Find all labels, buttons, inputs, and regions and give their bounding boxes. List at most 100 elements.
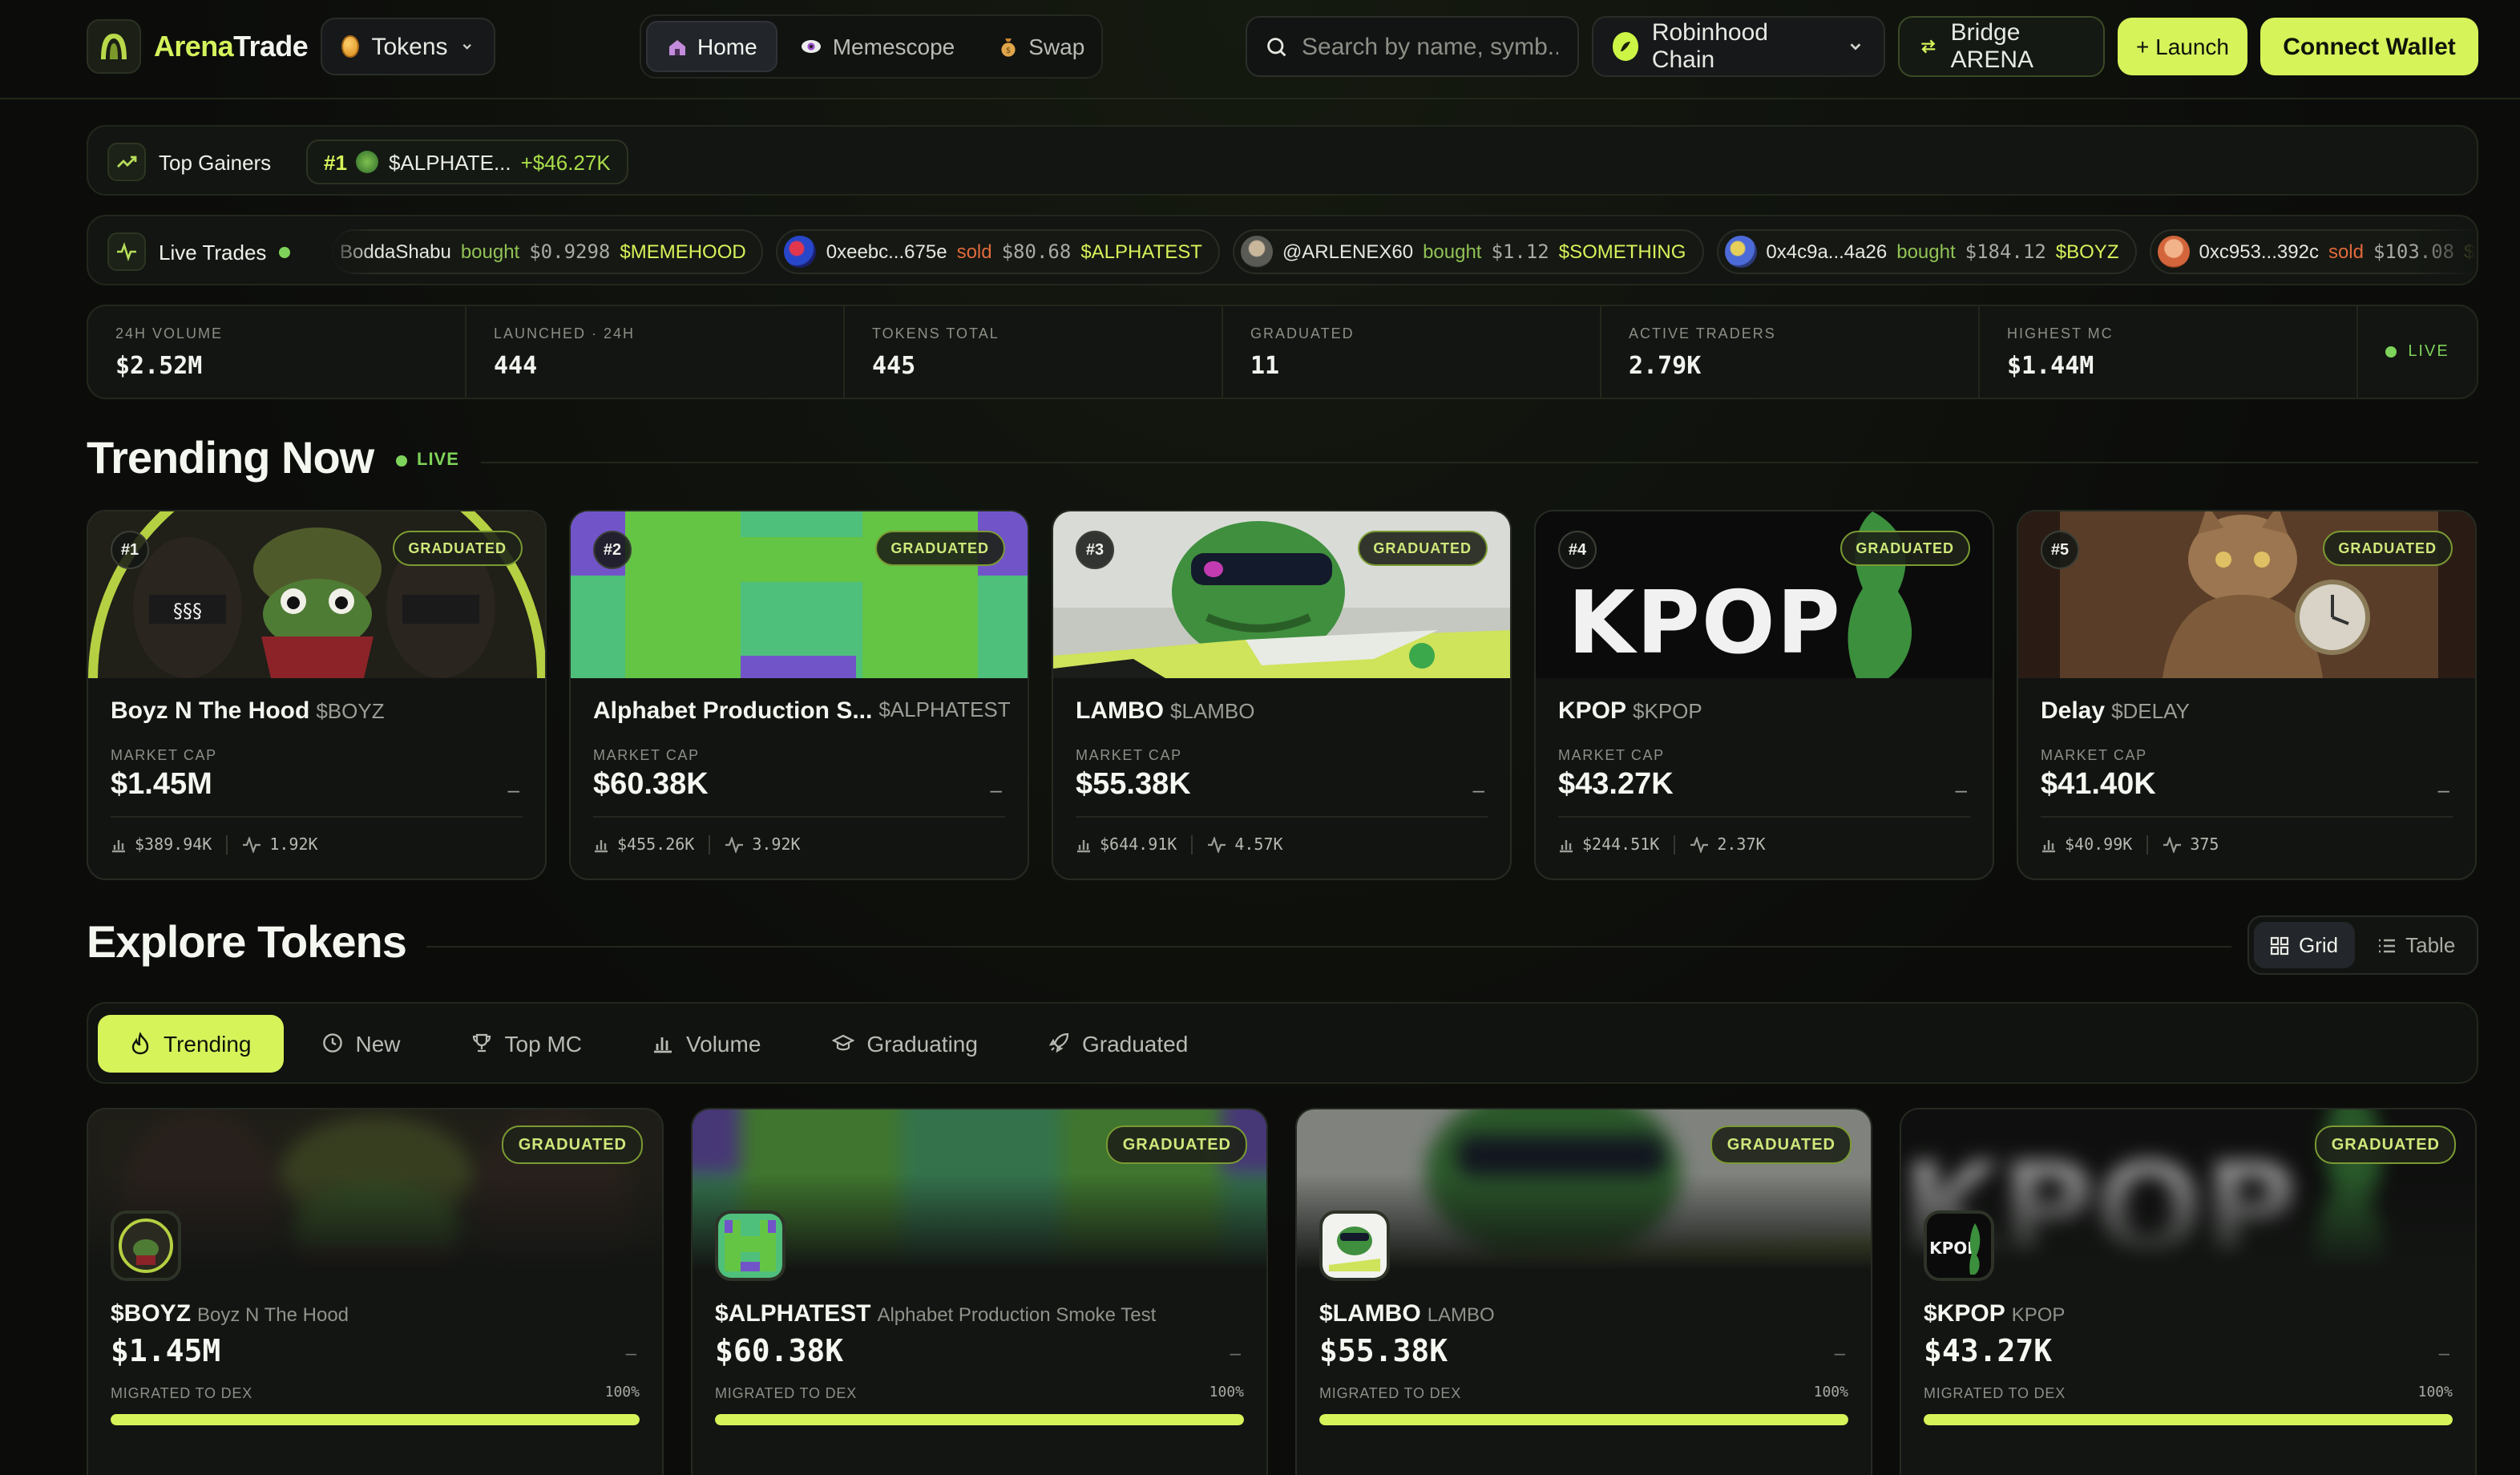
market-cap-value: $60.38K [593,768,709,802]
token-title: $LAMBO LAMBO [1319,1300,1495,1328]
change-placeholder: – [2438,1342,2449,1364]
chain-selector[interactable]: Robinhood Chain [1592,16,1885,77]
stat-value: 11 [1250,351,1280,380]
nav-swap[interactable]: $ Swap [977,21,1104,72]
migration-percent: 100% [1209,1385,1244,1401]
user-avatar [1240,236,1273,268]
volume-value: $244.51K [1582,836,1660,854]
user-avatar [784,236,817,268]
ticker-fade-right [2413,216,2477,284]
nav-memescope[interactable]: Memescope [781,21,975,72]
filter-volume[interactable]: Volume [620,1014,793,1072]
trending-card[interactable]: #2 GRADUATED Alphabet Production S... $AL… [569,510,1029,880]
migration-progress-bar [111,1414,640,1425]
filter-label: Graduated [1081,1030,1189,1056]
robinhood-chain-icon [1613,32,1639,61]
live-indicator-dot [279,246,291,257]
bridge-arena-button[interactable]: Bridge ARENA [1898,16,2105,77]
tokens-dropdown-label: Tokens [371,33,448,60]
trending-card[interactable]: #5 GRADUATED Delay $DELAY MARKET CAP $41.… [2017,510,2477,880]
stat-label: 24H VOLUME [115,325,224,341]
card-metrics: $455.26K 3.92K [593,835,801,855]
view-table-button[interactable]: Table [2360,922,2471,968]
market-cap-label: MARKET CAP [111,747,217,763]
market-cap-value: $41.40K [2041,768,2156,802]
section-divider [426,946,2231,948]
trades-value: 375 [2190,836,2219,854]
rank-badge: #1 [111,531,149,569]
svg-text:§§§: §§§ [173,600,202,622]
migration-percent: 100% [604,1385,640,1401]
volume-value: $389.94K [135,836,212,854]
trade-amount: $0.9298 [529,240,611,263]
trade-token: $MEMEHOOD [620,240,746,263]
graduated-badge: GRADUATED [874,531,1005,566]
token-name: Delay $DELAY [2041,697,2190,725]
flame-icon [131,1032,149,1054]
search-box[interactable] [1246,16,1579,77]
token-card[interactable]: GRADUATED $ALPHATEST Alphabet Production … [691,1108,1268,1475]
filter-new[interactable]: New [290,1014,433,1072]
trade-action: bought [1896,240,1956,263]
activity-icon [1208,837,1226,853]
trade-item[interactable]: BoddaShabu bought $0.9298 $MEMEHOOD [332,229,764,274]
change-placeholder: – [1955,778,1967,802]
search-input[interactable] [1302,33,1558,60]
card-divider [593,816,1005,818]
bar-chart-icon [1560,840,1573,853]
nav-home[interactable]: Home [646,21,778,72]
filter-trending[interactable]: Trending [98,1014,284,1072]
trade-action: bought [1423,240,1482,263]
arena-logo-icon [87,19,141,74]
launch-button[interactable]: + Launch [2118,18,2247,75]
trending-card[interactable]: #3 GRADUATED LAMBO $LAMBO MARKET CAP $55.… [1052,510,1512,880]
view-grid-button[interactable]: Grid [2254,922,2355,968]
filter-label: Volume [686,1030,761,1056]
filter-label: Graduating [866,1030,978,1056]
chain-selector-label: Robinhood Chain [1651,19,1768,74]
token-name: Alphabet Production S... $ALPHATEST [593,697,1011,725]
trade-amount: $1.12 [1491,240,1549,263]
chevron-down-icon [1850,43,1861,51]
card-divider [1558,816,1970,818]
connect-wallet-button[interactable]: Connect Wallet [2260,18,2478,75]
migration-label: MIGRATED TO DEX [715,1385,858,1401]
migration-label: MIGRATED TO DEX [111,1385,253,1401]
trade-amount: $184.12 [1965,240,2046,263]
live-indicator-dot [396,455,407,466]
graduated-badge: GRADUATED [2315,1125,2456,1164]
token-card[interactable]: GRADUATED $LAMBO LAMBO $55.38K – MIGRATED… [1295,1108,1872,1475]
migration-percent: 100% [2417,1385,2453,1401]
bar-chart-icon [1077,840,1090,853]
change-placeholder: – [507,778,519,802]
filter-graduating[interactable]: Graduating [799,1014,1010,1072]
bar-chart-icon [654,1037,672,1053]
logo[interactable]: ArenaTrade [87,19,309,74]
tokens-dropdown[interactable]: Tokens [321,18,495,75]
trending-card[interactable]: KPOP #4 GRADUATED KPOP $KPOP MARKET CAP $… [1534,510,1994,880]
stat-active-traders: ACTIVE TRADERS 2.79K [1601,306,1980,398]
volume-value: $40.99K [2065,836,2133,854]
token-avatar [715,1210,785,1281]
stat-label: HIGHEST MC [2007,325,2114,341]
search-icon [1267,37,1286,56]
trending-up-icon [107,143,146,181]
token-card[interactable]: GRADUATED $BOYZ Boyz N The Hood $1.45M – … [87,1108,664,1475]
trade-item[interactable]: 0xeebc...675e sold $80.68 $ALPHATEST [776,229,1220,274]
token-name: Boyz N The Hood $BOYZ [111,697,385,725]
trade-item[interactable]: @ARLENEX60 bought $1.12 $SOMETHING [1232,229,1704,274]
token-card[interactable]: KPOP KPOP GRADUATED $KPOPKPOP $43.27K – … [1900,1108,2477,1475]
trade-item[interactable]: 0x4c9a...4a26 bought $184.12 $BOYZ [1716,229,2137,274]
graduated-badge: GRADUATED [392,531,523,566]
trending-card[interactable]: §§§ #1 GRADUATED Boyz N The Hood $BOYZ MA… [87,510,547,880]
top-gainers-label: Top Gainers [107,141,271,183]
gainer-chip[interactable]: #1 $ALPHATE... +$46.27K [306,139,628,184]
trending-live-tag: LIVE [396,451,459,470]
stats-live-indicator: LIVE [2358,306,2477,398]
clock-icon [322,1033,342,1053]
trade-user: @ARLENEX60 [1282,240,1414,263]
filter-top-mc[interactable]: Top MC [439,1014,614,1072]
activity-icon [243,837,261,853]
filter-graduated[interactable]: Graduated [1016,1014,1220,1072]
migration-progress-bar [1319,1414,1848,1425]
